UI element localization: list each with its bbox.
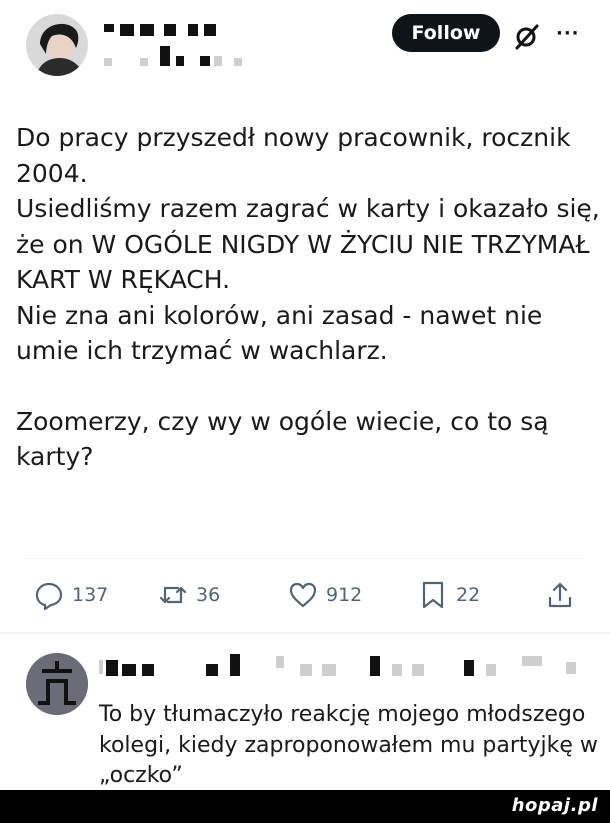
share-icon [548, 582, 572, 608]
like-count: 912 [326, 584, 363, 606]
bookmark-icon [422, 581, 444, 609]
reply-text: To by tłumaczyło reakcję mojego młodszeg… [99, 702, 598, 788]
reply-icon [35, 582, 63, 610]
author-avatar[interactable] [26, 14, 88, 76]
share-button[interactable] [545, 580, 575, 610]
grok-icon[interactable] [513, 22, 541, 50]
like-button[interactable]: 912 [288, 580, 362, 610]
tweet-paragraph: Usiedliśmy razem zagrać w karty i okazał… [16, 194, 600, 294]
heart-icon [289, 582, 317, 608]
watermark-logo: hopaj.pl [511, 795, 598, 816]
divider [0, 632, 610, 634]
bookmark-count: 22 [456, 584, 481, 606]
tweet-text: Do pracy przyszedł nowy pracownik, roczn… [16, 120, 602, 475]
bookmark-button[interactable]: 22 [418, 580, 480, 610]
divider [24, 558, 584, 559]
reply-button[interactable]: 137 [34, 580, 108, 610]
follow-button[interactable]: Follow [392, 14, 500, 52]
tweet-paragraph: Zoomerzy, czy wy w ogóle wiecie, co to s… [16, 406, 549, 472]
tweet-paragraph: Nie zna ani kolorów, ani zasad - nawet n… [16, 300, 543, 366]
reply-count: 137 [72, 584, 109, 606]
repost-count: 36 [196, 584, 221, 606]
repost-icon [159, 586, 187, 604]
more-icon[interactable]: ··· [556, 20, 584, 48]
repost-button[interactable]: 36 [158, 580, 220, 610]
reply-avatar[interactable] [26, 653, 88, 715]
tweet-paragraph: Do pracy przyszedł nowy pracownik, roczn… [16, 123, 571, 188]
